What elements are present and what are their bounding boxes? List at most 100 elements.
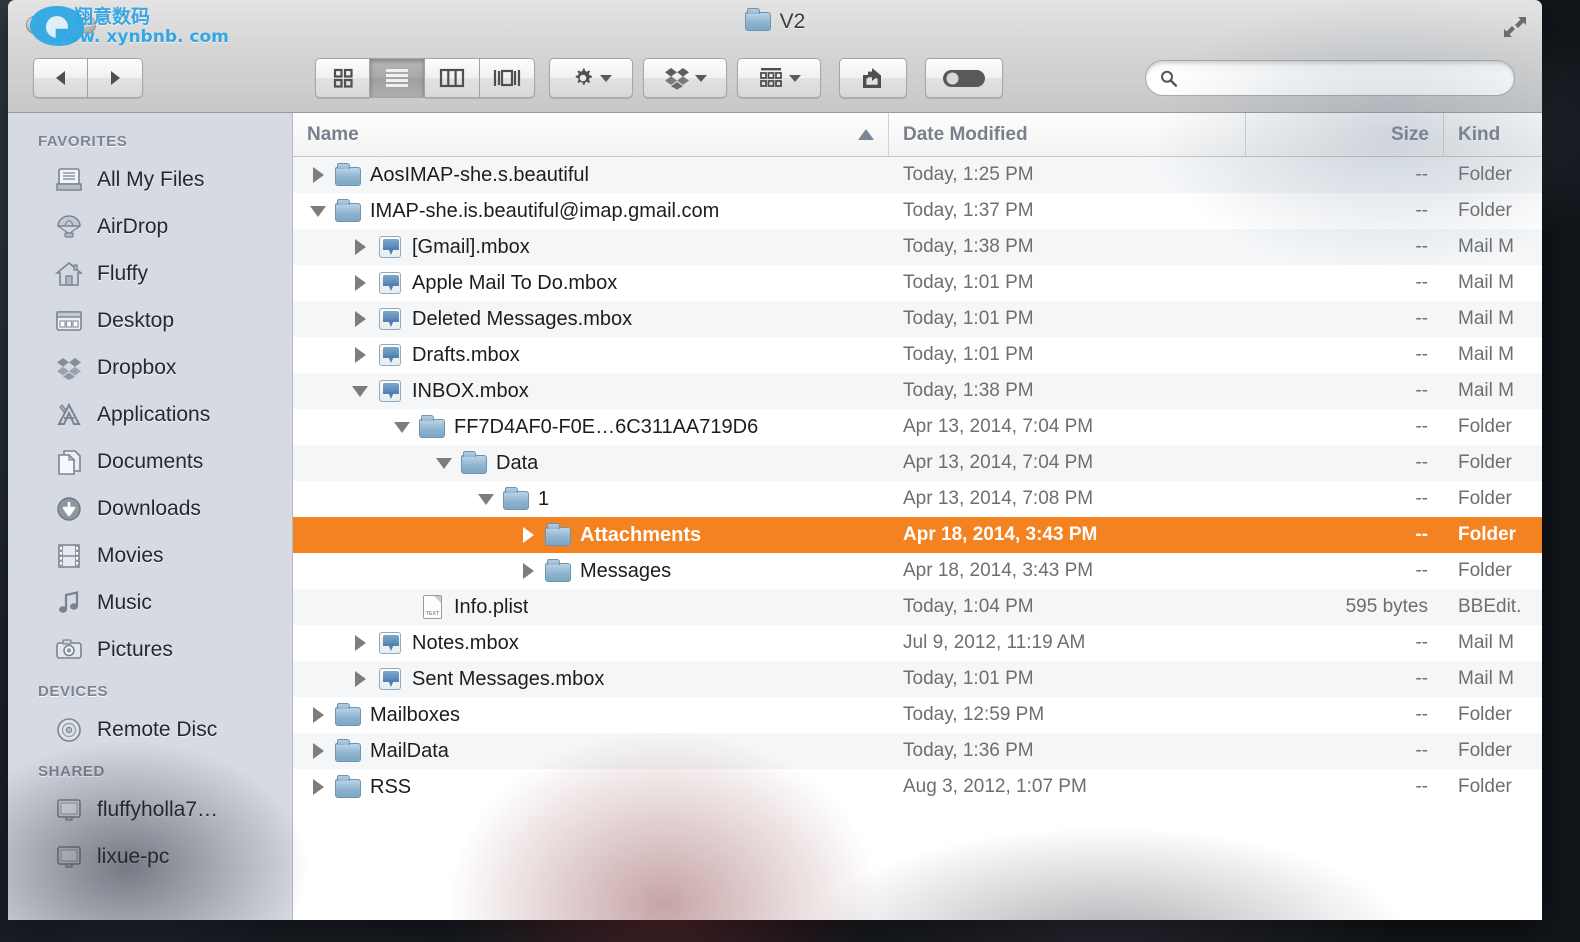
icon-view-button[interactable]: [315, 58, 370, 98]
folder-icon: [461, 451, 487, 475]
column-header-kind[interactable]: Kind: [1444, 113, 1542, 156]
table-row[interactable]: Attachments Apr 18, 2014, 3:43 PM -- Folder: [293, 517, 1542, 553]
dropbox-menu-button[interactable]: [643, 58, 727, 98]
sidebar-item-label: lixue-pc: [97, 844, 170, 868]
finder-window: V2 FAVORITES All My Files AirDrop Fluffy…: [8, 0, 1542, 920]
sidebar-item-airdrop[interactable]: AirDrop: [8, 203, 292, 250]
table-row[interactable]: 1 Apr 13, 2014, 7:08 PM -- Folder: [293, 481, 1542, 517]
window-title: V2: [8, 8, 1542, 34]
table-row[interactable]: Info.plist Today, 1:04 PM 595 bytes BBEdit.: [293, 589, 1542, 625]
disclosure-triangle-right-icon[interactable]: [349, 632, 371, 654]
sidebar-item-documents[interactable]: Documents: [8, 438, 292, 485]
table-row[interactable]: INBOX.mbox Today, 1:38 PM -- Mail M: [293, 373, 1542, 409]
column-view-button[interactable]: [425, 58, 480, 98]
cell-kind: Mail M: [1458, 668, 1514, 689]
disclosure-triangle-right-icon[interactable]: [349, 308, 371, 330]
column-header-size[interactable]: Size: [1246, 113, 1444, 156]
table-row[interactable]: Sent Messages.mbox Today, 1:01 PM -- Mail M: [293, 661, 1542, 697]
sidebar-item-all-my-files[interactable]: All My Files: [8, 156, 292, 203]
table-row[interactable]: Apple Mail To Do.mbox Today, 1:01 PM -- Mai…: [293, 265, 1542, 301]
disclosure-triangle-right-icon[interactable]: [307, 704, 329, 726]
column-header-name[interactable]: Name: [293, 113, 889, 156]
sidebar-item-pictures[interactable]: Pictures: [8, 626, 292, 673]
disclosure-triangle-down-icon[interactable]: [391, 416, 413, 438]
list-view-button[interactable]: [370, 58, 425, 98]
disclosure-triangle-right-icon[interactable]: [517, 524, 539, 546]
sidebar-item-remote-disc[interactable]: Remote Disc: [8, 706, 292, 753]
table-row[interactable]: FF7D4AF0-F0E…6C311AA719D6 Apr 13, 2014, 7…: [293, 409, 1542, 445]
cell-date-modified: Apr 13, 2014, 7:08 PM: [903, 488, 1094, 509]
file-name-label: IMAP-she.is.beautiful@imap.gmail.com: [370, 199, 720, 222]
table-row[interactable]: MailData Today, 1:36 PM -- Folder: [293, 733, 1542, 769]
disclosure-triangle-right-icon[interactable]: [307, 740, 329, 762]
column-header-date-modified[interactable]: Date Modified: [889, 113, 1246, 156]
disclosure-triangle-down-icon[interactable]: [433, 452, 455, 474]
sidebar-item-music[interactable]: Music: [8, 579, 292, 626]
table-row[interactable]: Mailboxes Today, 12:59 PM -- Folder: [293, 697, 1542, 733]
table-row[interactable]: RSS Aug 3, 2012, 1:07 PM -- Folder: [293, 769, 1542, 805]
disclosure-triangle-right-icon[interactable]: [307, 776, 329, 798]
sidebar-item-label: AirDrop: [97, 214, 169, 238]
cell-date-modified: Today, 1:04 PM: [903, 596, 1034, 617]
disclosure-triangle-right-icon[interactable]: [349, 236, 371, 258]
back-button[interactable]: [33, 58, 88, 98]
cell-date-modified: Today, 1:36 PM: [903, 740, 1034, 761]
search-input[interactable]: [1186, 69, 1500, 87]
disclosure-triangle-right-icon[interactable]: [349, 272, 371, 294]
disclosure-triangle-right-icon[interactable]: [307, 164, 329, 186]
search-field[interactable]: [1145, 60, 1515, 96]
gear-icon: [575, 68, 592, 85]
disclosure-triangle-right-icon[interactable]: [349, 344, 371, 366]
cell-date-modified: Today, 1:25 PM: [903, 164, 1034, 185]
sidebar-item-fluffyholla7[interactable]: fluffyholla7…: [8, 786, 292, 833]
table-row[interactable]: Messages Apr 18, 2014, 3:43 PM -- Folder: [293, 553, 1542, 589]
disclosure-triangle-down-icon[interactable]: [349, 380, 371, 402]
applications-icon: [54, 401, 84, 429]
folder-icon: [545, 523, 571, 547]
table-row[interactable]: Deleted Messages.mbox Today, 1:01 PM -- Mai…: [293, 301, 1542, 337]
file-name-label: Data: [496, 451, 539, 474]
disclosure-triangle-down-icon[interactable]: [307, 200, 329, 222]
disclosure-triangle-right-icon[interactable]: [517, 560, 539, 582]
forward-button[interactable]: [88, 58, 143, 98]
cell-name: IMAP-she.is.beautiful@imap.gmail.com: [293, 199, 889, 223]
cell-name: Sent Messages.mbox: [293, 667, 889, 691]
window-chrome: V2: [8, 0, 1542, 113]
sidebar-item-applications[interactable]: Applications: [8, 391, 292, 438]
table-row[interactable]: [Gmail].mbox Today, 1:38 PM -- Mail M: [293, 229, 1542, 265]
sidebar-item-label: Documents: [97, 449, 204, 473]
table-row[interactable]: IMAP-she.is.beautiful@imap.gmail.com Toda…: [293, 193, 1542, 229]
sidebar-item-dropbox[interactable]: Dropbox: [8, 344, 292, 391]
share-button[interactable]: [839, 58, 907, 98]
cell-kind: Mail M: [1458, 308, 1514, 329]
cell-name: Apple Mail To Do.mbox: [293, 271, 889, 295]
fullscreen-arrows-icon[interactable]: [1502, 14, 1528, 40]
table-row[interactable]: Drafts.mbox Today, 1:01 PM -- Mail M: [293, 337, 1542, 373]
sidebar-item-movies[interactable]: Movies: [8, 532, 292, 579]
cell-date-modified: Today, 1:01 PM: [903, 272, 1034, 293]
tag-toggle-icon: [943, 70, 985, 87]
cell-date-modified: Today, 1:01 PM: [903, 668, 1034, 689]
sidebar-item-downloads[interactable]: Downloads: [8, 485, 292, 532]
sidebar-item-lixue-pc[interactable]: lixue-pc: [8, 833, 292, 880]
sidebar-item-desktop[interactable]: Desktop: [8, 297, 292, 344]
cell-size: --: [1415, 416, 1428, 437]
column-header-label: Size: [1390, 123, 1429, 145]
disclosure-triangle-down-icon[interactable]: [475, 488, 497, 510]
disclosure-triangle-right-icon[interactable]: [349, 668, 371, 690]
table-row[interactable]: Notes.mbox Jul 9, 2012, 11:19 AM -- Mail M: [293, 625, 1542, 661]
table-row[interactable]: AosIMAP-she.s.beautiful Today, 1:25 PM -- F…: [293, 157, 1542, 193]
tag-toggle-button[interactable]: [925, 58, 1003, 98]
sidebar-section-devices-header: DEVICES: [38, 683, 109, 700]
cell-size: --: [1415, 200, 1428, 221]
cell-date-modified: Apr 18, 2014, 3:43 PM: [903, 524, 1098, 545]
coverflow-view-button[interactable]: [480, 58, 535, 98]
sidebar-item-fluffy[interactable]: Fluffy: [8, 250, 292, 297]
sidebar: FAVORITES All My Files AirDrop Fluffy De…: [8, 113, 293, 920]
file-name-label: Messages: [580, 559, 672, 582]
arrange-menu-button[interactable]: [737, 58, 821, 98]
cell-name: Data: [293, 451, 889, 475]
action-menu-button[interactable]: [549, 58, 633, 98]
chevron-down-icon: [694, 74, 707, 82]
table-row[interactable]: Data Apr 13, 2014, 7:04 PM -- Folder: [293, 445, 1542, 481]
